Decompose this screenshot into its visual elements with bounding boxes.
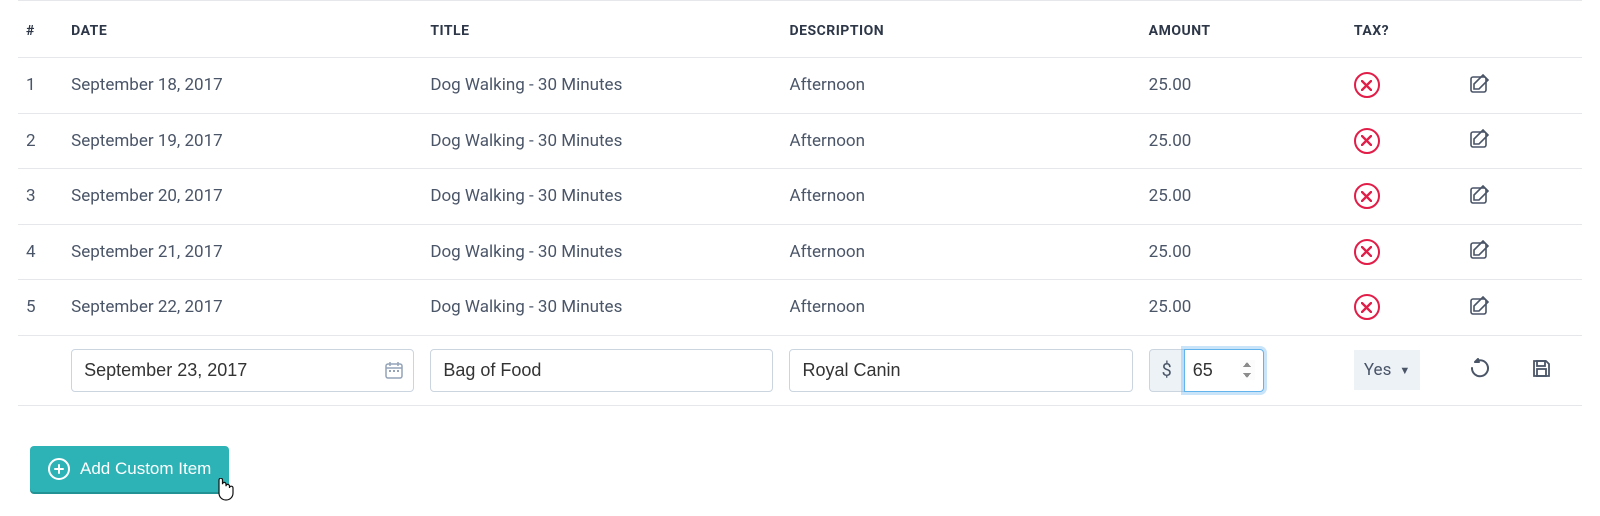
col-date: DATE: [63, 1, 422, 58]
cell-idx: 4: [18, 224, 63, 280]
add-custom-item-label: Add Custom Item: [80, 459, 211, 479]
cell-description: Afternoon: [781, 169, 1140, 225]
cell-idx: 1: [18, 58, 63, 114]
cell-description: Afternoon: [781, 280, 1140, 336]
cell-date: September 21, 2017: [63, 224, 422, 280]
edit-row-button[interactable]: [1467, 293, 1493, 319]
cell-idx: 5: [18, 280, 63, 336]
description-input[interactable]: [789, 349, 1132, 392]
edit-row-button[interactable]: [1467, 127, 1493, 153]
delete-row-button[interactable]: [1354, 183, 1380, 209]
amount-input[interactable]: [1184, 349, 1264, 392]
cell-title: Dog Walking - 30 Minutes: [422, 113, 781, 169]
cell-title: Dog Walking - 30 Minutes: [422, 169, 781, 225]
col-tax: TAX?: [1346, 1, 1459, 58]
cell-title: Dog Walking - 30 Minutes: [422, 280, 781, 336]
cell-title: Dog Walking - 30 Minutes: [422, 58, 781, 114]
delete-row-button[interactable]: [1354, 239, 1380, 265]
plus-circle-icon: [48, 458, 70, 480]
cell-date: September 22, 2017: [63, 280, 422, 336]
col-description: DESCRIPTION: [781, 1, 1140, 58]
title-input[interactable]: [430, 349, 773, 392]
tax-select-value: Yes: [1364, 360, 1391, 380]
cell-idx: 3: [18, 169, 63, 225]
invoice-items-table: # DATE TITLE DESCRIPTION AMOUNT TAX? 1 S…: [18, 0, 1582, 406]
date-input[interactable]: [71, 349, 414, 392]
edit-row-button[interactable]: [1467, 182, 1493, 208]
cell-amount: 25.00: [1141, 58, 1346, 114]
cell-description: Afternoon: [781, 113, 1140, 169]
table-row: 4 September 21, 2017 Dog Walking - 30 Mi…: [18, 224, 1582, 280]
table-row: 5 September 22, 2017 Dog Walking - 30 Mi…: [18, 280, 1582, 336]
edit-row-button[interactable]: [1467, 238, 1493, 264]
cell-date: September 20, 2017: [63, 169, 422, 225]
delete-row-button[interactable]: [1354, 128, 1380, 154]
col-title: TITLE: [422, 1, 781, 58]
new-item-row: $ Yes ▼: [18, 335, 1582, 405]
table-header-row: # DATE TITLE DESCRIPTION AMOUNT TAX?: [18, 1, 1582, 58]
table-row: 1 September 18, 2017 Dog Walking - 30 Mi…: [18, 58, 1582, 114]
cell-amount: 25.00: [1141, 280, 1346, 336]
table-row: 3 September 20, 2017 Dog Walking - 30 Mi…: [18, 169, 1582, 225]
cell-date: September 19, 2017: [63, 113, 422, 169]
undo-button[interactable]: [1467, 356, 1493, 382]
cell-amount: 25.00: [1141, 169, 1346, 225]
cell-description: Afternoon: [781, 224, 1140, 280]
currency-symbol: $: [1149, 349, 1184, 392]
col-idx: #: [18, 1, 63, 58]
cell-amount: 25.00: [1141, 224, 1346, 280]
cell-date: September 18, 2017: [63, 58, 422, 114]
add-custom-item-button[interactable]: Add Custom Item: [30, 446, 229, 492]
col-amount: AMOUNT: [1141, 1, 1346, 58]
cell-description: Afternoon: [781, 58, 1140, 114]
table-row: 2 September 19, 2017 Dog Walking - 30 Mi…: [18, 113, 1582, 169]
cell-title: Dog Walking - 30 Minutes: [422, 224, 781, 280]
delete-row-button[interactable]: [1354, 294, 1380, 320]
delete-row-button[interactable]: [1354, 72, 1380, 98]
save-button[interactable]: [1528, 356, 1554, 382]
chevron-down-icon: ▼: [1399, 364, 1410, 377]
cell-amount: 25.00: [1141, 113, 1346, 169]
tax-select[interactable]: Yes ▼: [1354, 350, 1420, 390]
cell-idx: 2: [18, 113, 63, 169]
edit-row-button[interactable]: [1467, 71, 1493, 97]
